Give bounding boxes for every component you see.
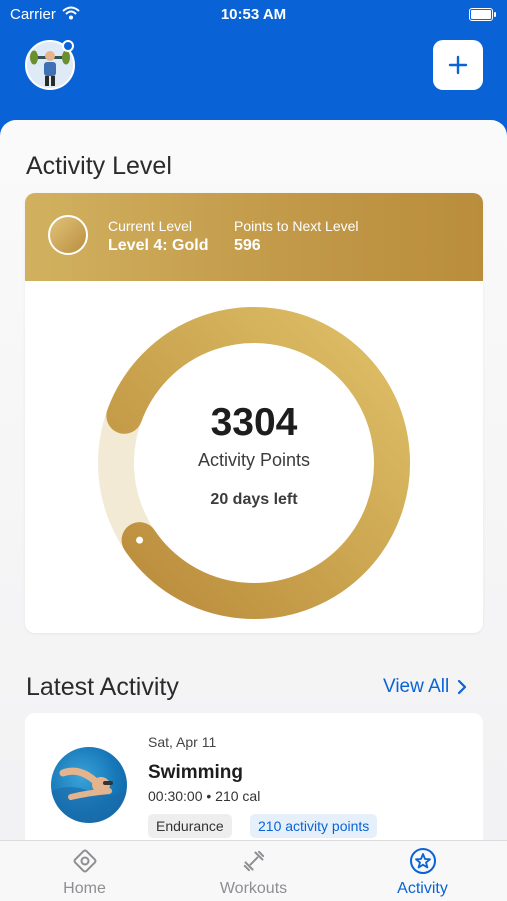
days-left-label: 20 days left: [210, 491, 298, 508]
latest-activity-title: Latest Activity: [26, 673, 179, 701]
add-button[interactable]: [433, 40, 483, 90]
dumbbell-icon: [243, 850, 265, 872]
tab-activity[interactable]: Activity: [338, 841, 507, 901]
view-all-label: View All: [383, 676, 450, 697]
clock-time: 10:53 AM: [220, 6, 287, 23]
activity-tag-category: Endurance: [148, 814, 232, 838]
activity-thumbnail: [51, 747, 127, 823]
activity-level-title: Activity Level: [26, 152, 172, 180]
activity-meta: 00:30:00 • 210 cal: [148, 788, 261, 804]
plus-icon: [448, 55, 468, 75]
activity-name: Swimming: [148, 762, 244, 783]
activity-date: Sat, Apr 11: [148, 734, 217, 750]
next-level-label: Points to Next Level: [234, 218, 359, 234]
status-bar: Carrier 10:53 AM: [0, 0, 507, 30]
star-badge-icon: [410, 848, 436, 874]
activity-item-card[interactable]: Sat, Apr 11 Swimming 00:30:00 • 210 cal …: [25, 713, 483, 853]
chevron-right-icon: [458, 679, 467, 695]
current-level-value: Level 4: Gold: [108, 237, 209, 254]
current-level-label: Current Level: [108, 218, 193, 234]
activity-tag-points: 210 activity points: [250, 814, 378, 838]
next-level-value: 596: [234, 237, 261, 254]
activity-points-value: 3304: [210, 401, 298, 444]
tab-workouts-label: Workouts: [219, 880, 288, 897]
activity-level-card[interactable]: Current Level Level 4: Gold Points to Ne…: [25, 193, 483, 633]
tab-home[interactable]: Home: [0, 841, 169, 901]
home-icon: [73, 849, 97, 873]
tab-activity-label: Activity: [397, 880, 448, 897]
battery-icon: [469, 8, 496, 21]
tab-home-label: Home: [63, 880, 106, 897]
progress-start-dot: [136, 536, 144, 544]
activity-points-label: Activity Points: [197, 450, 311, 470]
medal-icon: [48, 215, 88, 255]
view-all-link[interactable]: View All: [383, 676, 467, 698]
tab-workouts[interactable]: Workouts: [169, 841, 338, 901]
tab-bar: Home Workouts Activity: [0, 840, 507, 901]
level-header: Current Level Level 4: Gold Points to Ne…: [25, 193, 483, 281]
avatar-notification-dot: [62, 40, 74, 52]
